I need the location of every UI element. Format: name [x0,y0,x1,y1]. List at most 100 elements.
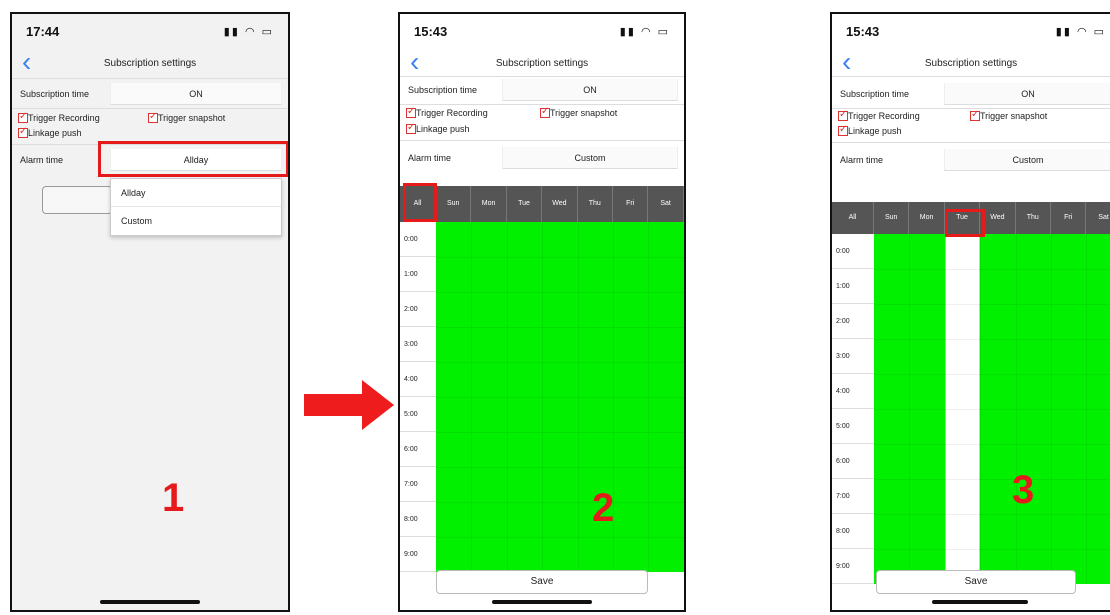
subscription-time-label: Subscription time [840,89,910,99]
grid-line [436,327,684,328]
hour-label: 9:00 [400,537,436,572]
day-header-wed[interactable]: Wed [980,202,1016,234]
home-indicator [492,600,592,604]
linkage-push-label: Linkage push [28,128,82,138]
hour-label: 6:00 [832,444,874,479]
save-button[interactable]: Save [436,570,648,594]
hour-label: 0:00 [400,222,436,257]
trigger-snapshot-label: Trigger snapshot [550,108,618,118]
subscription-time-toggle[interactable]: ON [944,83,1110,105]
checkbox-checked-icon [406,106,416,118]
trigger-snapshot-label: Trigger snapshot [980,111,1048,121]
phone-screen-2: 15:43 ▮▮ ◠ ▭ ‹ Subscription settings Sub… [398,12,686,612]
linkage-push-checkbox[interactable]: Linkage push [406,122,470,134]
all-days-button[interactable]: All [832,202,874,234]
hour-label: 8:00 [400,502,436,537]
trigger-snapshot-checkbox[interactable]: Trigger snapshot [148,111,226,123]
day-header-mon[interactable]: Mon [471,186,507,222]
hidden-button [42,186,112,214]
grid-line [874,444,1110,445]
step-number: 2 [592,486,615,530]
hour-label: 5:00 [832,409,874,444]
all-days-button[interactable]: All [400,186,436,222]
alarm-time-select[interactable]: Custom [944,149,1110,171]
save-button[interactable]: Save [876,570,1076,594]
trigger-recording-checkbox[interactable]: Trigger Recording [18,111,100,123]
day-header-thu[interactable]: Thu [577,186,613,222]
day-header-tue[interactable]: Tue [944,202,981,234]
divider [400,104,684,105]
trigger-recording-checkbox[interactable]: Trigger Recording [406,106,488,118]
dropdown-option-allday[interactable]: Allday [111,179,281,207]
grid-line [436,292,684,293]
linkage-push-label: Linkage push [416,124,470,134]
divider [400,140,684,141]
hour-label: 7:00 [400,467,436,502]
checkbox-checked-icon [406,122,416,134]
grid-line [874,304,1110,305]
day-header-sat[interactable]: Sat [1086,202,1110,234]
home-indicator [100,600,200,604]
alarm-time-label: Alarm time [840,155,884,165]
hour-label: 4:00 [400,362,436,397]
day-header-mon[interactable]: Mon [909,202,945,234]
schedule-grid: All Sun Mon Tue Wed Thu Fri Sat 0:00 1:00 2:00 3:00… [400,186,684,574]
linkage-push-checkbox[interactable]: Linkage push [18,126,82,138]
trigger-recording-checkbox[interactable]: Trigger Recording [838,109,920,121]
trigger-snapshot-label: Trigger snapshot [158,113,226,123]
checkbox-checked-icon [970,109,980,121]
alarm-time-select[interactable]: Allday [110,149,282,171]
day-header-wed[interactable]: Wed [542,186,578,222]
phone-screen-3: 15:43 ▮▮ ◠ ▭ ‹ Subscription settings Sub… [830,12,1110,612]
status-time: 15:43 [846,24,880,39]
trigger-recording-label: Trigger Recording [848,111,920,121]
divider [832,76,1110,77]
trigger-snapshot-checkbox[interactable]: Trigger snapshot [970,109,1048,121]
schedule-grid: All Sun Mon Tue Wed Thu Fri Sat 0:00 1:00 2:00 3:00… [832,202,1110,584]
grid-line [436,502,684,503]
day-header-tue[interactable]: Tue [506,186,543,222]
divider [832,142,1110,143]
hour-label: 6:00 [400,432,436,467]
day-header-sun[interactable]: Sun [436,186,472,222]
day-header-sat[interactable]: Sat [648,186,684,222]
alarm-time-dropdown: Allday Custom [110,178,282,236]
subscription-time-row: Subscription time ON [400,76,684,104]
hour-label: 3:00 [400,327,436,362]
divider [12,78,288,79]
checkbox-checked-icon [18,111,28,123]
day-header-fri[interactable]: Fri [1051,202,1087,234]
signal-wifi-battery-icon: ▮▮ ◠ ▭ [619,26,670,38]
trigger-recording-label: Trigger Recording [28,113,100,123]
status-time: 17:44 [26,24,60,39]
day-header-sun[interactable]: Sun [874,202,910,234]
right-arrow-icon [304,380,394,430]
hour-label: 0:00 [832,234,874,269]
grid-line [874,269,1110,270]
page-title: Subscription settings [103,58,197,69]
trigger-recording-label: Trigger Recording [416,108,488,118]
day-header-fri[interactable]: Fri [613,186,649,222]
hour-label: 5:00 [400,397,436,432]
grid-line [436,467,684,468]
grid-line [874,514,1110,515]
hour-label: 3:00 [832,339,874,374]
subscription-time-label: Subscription time [408,85,478,95]
linkage-push-checkbox[interactable]: Linkage push [838,124,902,136]
subscription-time-row: Subscription time ON [832,80,1110,108]
page-title: Subscription settings [924,58,1018,69]
grid-line [874,374,1110,375]
hour-label: 2:00 [832,304,874,339]
hour-label: 2:00 [400,292,436,327]
grid-line [874,549,1110,550]
subscription-time-row: Subscription time ON [12,80,288,108]
hour-label: 7:00 [832,479,874,514]
dropdown-option-custom[interactable]: Custom [111,207,281,235]
subscription-time-toggle[interactable]: ON [110,83,282,105]
day-header-thu[interactable]: Thu [1015,202,1051,234]
trigger-snapshot-checkbox[interactable]: Trigger snapshot [540,106,618,118]
alarm-time-select[interactable]: Custom [502,147,678,169]
checkbox-checked-icon [148,111,158,123]
subscription-time-toggle[interactable]: ON [502,79,678,101]
step-number: 1 [162,476,185,520]
